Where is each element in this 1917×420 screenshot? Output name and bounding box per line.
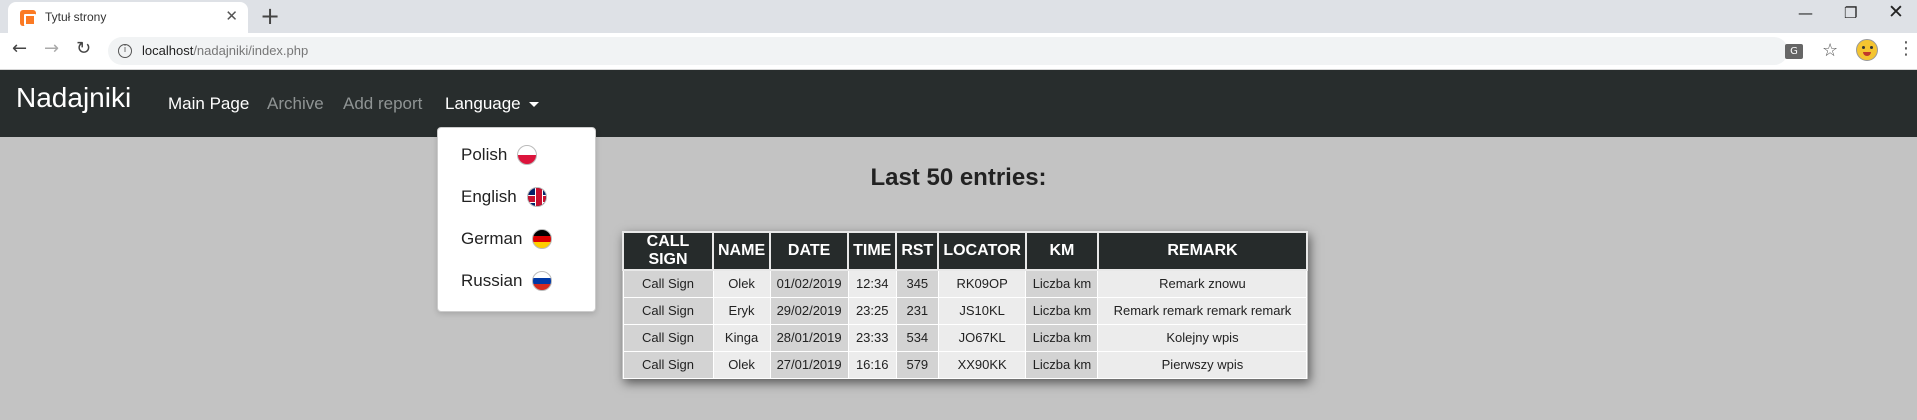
entries-table-wrapper: CALL SIGN NAME DATE TIME RST LOCATOR KM … [622, 231, 1308, 379]
browser-toolbar: ← → ↻ i localhost/nadajniki/index.php G … [0, 33, 1917, 70]
column-header-km: KM [1024, 231, 1099, 271]
reload-icon[interactable]: ↻ [76, 38, 91, 59]
tab-title: Tytuł strony [45, 10, 107, 24]
translate-icon[interactable]: G [1785, 44, 1803, 59]
cell-rst: 534 [895, 323, 939, 352]
flag-de-icon [532, 229, 553, 249]
cell-date: 28/01/2019 [769, 323, 849, 352]
back-arrow-icon[interactable]: ← [12, 38, 27, 59]
cell-rst: 231 [895, 296, 939, 325]
cell-remark: Remark remark remark remark [1097, 296, 1308, 325]
cell-date: 27/01/2019 [769, 350, 849, 379]
table-row: Call Sign Kinga 28/01/2019 23:33 534 JO6… [622, 323, 1308, 352]
cell-rst: 579 [895, 350, 939, 379]
cell-locator: XX90KK [937, 350, 1027, 379]
forward-arrow-icon[interactable]: → [44, 38, 59, 59]
flag-ru-icon [532, 271, 553, 291]
nav-language-label: Language [445, 94, 521, 113]
nav-main-page[interactable]: Main Page [168, 94, 249, 114]
minimize-icon[interactable]: — [1798, 4, 1813, 22]
cell-time: 23:33 [847, 323, 897, 352]
cell-name: Olek [712, 350, 771, 379]
cell-call-sign: Call Sign [622, 350, 714, 379]
cell-km: Liczba km [1025, 323, 1099, 352]
close-icon[interactable]: ✕ [225, 7, 238, 25]
cell-km: Liczba km [1025, 350, 1099, 379]
cell-call-sign: Call Sign [622, 269, 714, 298]
flag-pl-icon [517, 145, 538, 165]
cell-date: 29/02/2019 [769, 296, 849, 325]
cell-km: Liczba km [1025, 269, 1099, 298]
cell-remark: Remark znowu [1097, 269, 1308, 298]
table-row: Call Sign Olek 01/02/2019 12:34 345 RK09… [622, 269, 1308, 298]
cell-km: Liczba km [1025, 296, 1099, 325]
language-dropdown-menu: Polish English German Russian [437, 127, 596, 312]
nav-add-report[interactable]: Add report [343, 94, 422, 114]
new-tab-button[interactable]: + [260, 2, 280, 30]
cell-date: 01/02/2019 [769, 269, 849, 298]
cell-locator: RK09OP [937, 269, 1027, 298]
cell-locator: JS10KL [937, 296, 1027, 325]
cell-call-sign: Call Sign [622, 296, 714, 325]
star-icon[interactable]: ☆ [1822, 40, 1838, 61]
cell-time: 23:25 [847, 296, 897, 325]
cell-time: 16:16 [847, 350, 897, 379]
xampp-favicon-icon [20, 10, 36, 26]
cell-rst: 345 [895, 269, 939, 298]
cell-name: Olek [712, 269, 771, 298]
cell-call-sign: Call Sign [622, 323, 714, 352]
column-header-name: NAME [711, 231, 772, 271]
column-header-date: DATE [769, 231, 850, 271]
restore-icon[interactable]: ❐ [1844, 4, 1857, 22]
url-text[interactable]: localhost/nadajniki/index.php [142, 43, 308, 58]
cell-remark: Pierwszy wpis [1097, 350, 1308, 379]
nav-language-dropdown[interactable]: Language [445, 94, 539, 114]
browser-tab-strip: Tytuł strony ✕ + — ❐ ✕ [0, 0, 1917, 33]
cell-locator: JO67KL [937, 323, 1027, 352]
entries-table: CALL SIGN NAME DATE TIME RST LOCATOR KM … [622, 231, 1308, 379]
kebab-menu-icon[interactable]: ⋮ [1897, 38, 1915, 59]
browser-tab[interactable]: Tytuł strony ✕ [8, 2, 248, 33]
window-close-icon[interactable]: ✕ [1888, 1, 1904, 23]
cell-time: 12:34 [847, 269, 897, 298]
cell-name: Eryk [712, 296, 771, 325]
table-row: Call Sign Eryk 29/02/2019 23:25 231 JS10… [622, 296, 1308, 325]
address-bar[interactable]: i localhost/nadajniki/index.php G ☆ [108, 37, 1838, 65]
site-navbar: Nadajniki Main Page Archive Add report L… [0, 70, 1917, 137]
language-option-german[interactable]: German [461, 229, 553, 249]
table-header-row: CALL SIGN NAME DATE TIME RST LOCATOR KM … [622, 231, 1308, 271]
column-header-call-sign: CALL SIGN [622, 231, 714, 271]
language-option-russian[interactable]: Russian [461, 271, 553, 291]
caret-down-icon [528, 102, 539, 108]
column-header-remark: REMARK [1096, 231, 1308, 271]
column-header-locator: LOCATOR [937, 231, 1027, 271]
table-row: Call Sign Olek 27/01/2019 16:16 579 XX90… [622, 350, 1308, 379]
column-header-time: TIME [847, 231, 898, 271]
cell-remark: Kolejny wpis [1097, 323, 1308, 352]
column-header-rst: RST [895, 231, 940, 271]
profile-icon[interactable] [1856, 39, 1878, 61]
nav-archive[interactable]: Archive [267, 94, 324, 114]
language-option-polish[interactable]: Polish [461, 145, 538, 165]
brand-logo[interactable]: Nadajniki [16, 82, 131, 114]
page-heading: Last 50 entries: [870, 164, 1047, 191]
info-icon[interactable]: i [118, 44, 132, 58]
cell-name: Kinga [712, 323, 771, 352]
